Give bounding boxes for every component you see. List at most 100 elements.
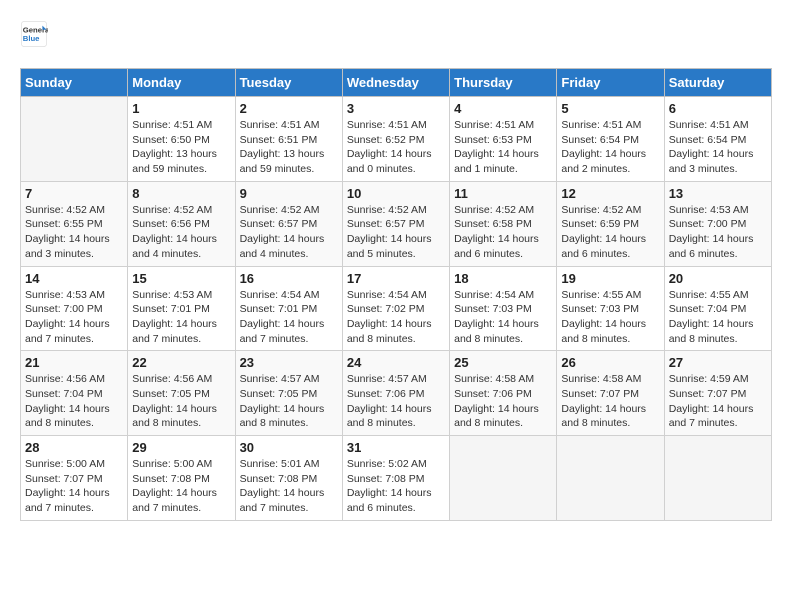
day-header-thursday: Thursday	[450, 69, 557, 97]
day-number: 3	[347, 101, 445, 116]
day-number: 6	[669, 101, 767, 116]
calendar-cell: 27 Sunrise: 4:59 AMSunset: 7:07 PMDayligh…	[664, 351, 771, 436]
day-info: Sunrise: 4:54 AMSunset: 7:01 PMDaylight:…	[240, 288, 338, 347]
day-number: 29	[132, 440, 230, 455]
calendar-cell: 6 Sunrise: 4:51 AMSunset: 6:54 PMDaylight…	[664, 97, 771, 182]
day-number: 16	[240, 271, 338, 286]
day-number: 31	[347, 440, 445, 455]
day-header-wednesday: Wednesday	[342, 69, 449, 97]
calendar-cell: 21 Sunrise: 4:56 AMSunset: 7:04 PMDayligh…	[21, 351, 128, 436]
logo-icon: General Blue	[20, 20, 48, 48]
day-info: Sunrise: 5:00 AMSunset: 7:07 PMDaylight:…	[25, 457, 123, 516]
calendar-cell: 9 Sunrise: 4:52 AMSunset: 6:57 PMDaylight…	[235, 181, 342, 266]
day-info: Sunrise: 4:51 AMSunset: 6:54 PMDaylight:…	[669, 118, 767, 177]
day-number: 20	[669, 271, 767, 286]
day-header-sunday: Sunday	[21, 69, 128, 97]
day-info: Sunrise: 4:56 AMSunset: 7:05 PMDaylight:…	[132, 372, 230, 431]
day-number: 23	[240, 355, 338, 370]
day-info: Sunrise: 4:51 AMSunset: 6:51 PMDaylight:…	[240, 118, 338, 177]
day-header-saturday: Saturday	[664, 69, 771, 97]
calendar-cell	[664, 436, 771, 521]
calendar-table: SundayMondayTuesdayWednesdayThursdayFrid…	[20, 68, 772, 521]
calendar-cell: 7 Sunrise: 4:52 AMSunset: 6:55 PMDaylight…	[21, 181, 128, 266]
calendar-cell: 17 Sunrise: 4:54 AMSunset: 7:02 PMDayligh…	[342, 266, 449, 351]
day-number: 24	[347, 355, 445, 370]
calendar-cell: 28 Sunrise: 5:00 AMSunset: 7:07 PMDayligh…	[21, 436, 128, 521]
day-number: 1	[132, 101, 230, 116]
day-info: Sunrise: 4:57 AMSunset: 7:05 PMDaylight:…	[240, 372, 338, 431]
day-info: Sunrise: 5:00 AMSunset: 7:08 PMDaylight:…	[132, 457, 230, 516]
day-number: 5	[561, 101, 659, 116]
day-number: 17	[347, 271, 445, 286]
svg-text:Blue: Blue	[23, 34, 40, 43]
calendar-cell: 14 Sunrise: 4:53 AMSunset: 7:00 PMDayligh…	[21, 266, 128, 351]
day-info: Sunrise: 4:54 AMSunset: 7:02 PMDaylight:…	[347, 288, 445, 347]
day-number: 9	[240, 186, 338, 201]
day-number: 28	[25, 440, 123, 455]
day-info: Sunrise: 4:58 AMSunset: 7:06 PMDaylight:…	[454, 372, 552, 431]
calendar-cell: 1 Sunrise: 4:51 AMSunset: 6:50 PMDaylight…	[128, 97, 235, 182]
calendar-cell: 22 Sunrise: 4:56 AMSunset: 7:05 PMDayligh…	[128, 351, 235, 436]
day-info: Sunrise: 4:51 AMSunset: 6:52 PMDaylight:…	[347, 118, 445, 177]
calendar-cell: 3 Sunrise: 4:51 AMSunset: 6:52 PMDaylight…	[342, 97, 449, 182]
day-number: 27	[669, 355, 767, 370]
day-info: Sunrise: 4:59 AMSunset: 7:07 PMDaylight:…	[669, 372, 767, 431]
day-info: Sunrise: 4:53 AMSunset: 7:00 PMDaylight:…	[25, 288, 123, 347]
day-number: 14	[25, 271, 123, 286]
day-info: Sunrise: 4:53 AMSunset: 7:00 PMDaylight:…	[669, 203, 767, 262]
day-number: 2	[240, 101, 338, 116]
day-info: Sunrise: 4:57 AMSunset: 7:06 PMDaylight:…	[347, 372, 445, 431]
calendar-cell: 31 Sunrise: 5:02 AMSunset: 7:08 PMDayligh…	[342, 436, 449, 521]
day-info: Sunrise: 4:52 AMSunset: 6:58 PMDaylight:…	[454, 203, 552, 262]
day-info: Sunrise: 4:52 AMSunset: 6:55 PMDaylight:…	[25, 203, 123, 262]
day-info: Sunrise: 4:52 AMSunset: 6:57 PMDaylight:…	[240, 203, 338, 262]
day-number: 30	[240, 440, 338, 455]
day-info: Sunrise: 5:02 AMSunset: 7:08 PMDaylight:…	[347, 457, 445, 516]
calendar-cell: 16 Sunrise: 4:54 AMSunset: 7:01 PMDayligh…	[235, 266, 342, 351]
calendar-cell: 10Sunrise: 4:52 AMSunset: 6:57 PMDayligh…	[342, 181, 449, 266]
day-number: 12	[561, 186, 659, 201]
calendar-cell: 30 Sunrise: 5:01 AMSunset: 7:08 PMDayligh…	[235, 436, 342, 521]
calendar-cell	[557, 436, 664, 521]
day-number: 11	[454, 186, 552, 201]
day-info: Sunrise: 4:55 AMSunset: 7:03 PMDaylight:…	[561, 288, 659, 347]
day-header-tuesday: Tuesday	[235, 69, 342, 97]
calendar-cell: 4Sunrise: 4:51 AMSunset: 6:53 PMDaylight…	[450, 97, 557, 182]
day-info: Sunrise: 4:58 AMSunset: 7:07 PMDaylight:…	[561, 372, 659, 431]
calendar-cell: 18 Sunrise: 4:54 AMSunset: 7:03 PMDayligh…	[450, 266, 557, 351]
day-number: 25	[454, 355, 552, 370]
calendar-cell: 23 Sunrise: 4:57 AMSunset: 7:05 PMDayligh…	[235, 351, 342, 436]
calendar-cell: 5Sunrise: 4:51 AMSunset: 6:54 PMDaylight…	[557, 97, 664, 182]
calendar-cell: 19 Sunrise: 4:55 AMSunset: 7:03 PMDayligh…	[557, 266, 664, 351]
day-number: 21	[25, 355, 123, 370]
day-number: 18	[454, 271, 552, 286]
day-info: Sunrise: 4:53 AMSunset: 7:01 PMDaylight:…	[132, 288, 230, 347]
day-number: 22	[132, 355, 230, 370]
calendar-cell: 29 Sunrise: 5:00 AMSunset: 7:08 PMDayligh…	[128, 436, 235, 521]
calendar-cell: 15 Sunrise: 4:53 AMSunset: 7:01 PMDayligh…	[128, 266, 235, 351]
calendar-cell: 11 Sunrise: 4:52 AMSunset: 6:58 PMDayligh…	[450, 181, 557, 266]
calendar-cell: 20Sunrise: 4:55 AMSunset: 7:04 PMDayligh…	[664, 266, 771, 351]
day-info: Sunrise: 4:54 AMSunset: 7:03 PMDaylight:…	[454, 288, 552, 347]
day-number: 4	[454, 101, 552, 116]
calendar-cell: 2 Sunrise: 4:51 AMSunset: 6:51 PMDaylight…	[235, 97, 342, 182]
svg-text:General: General	[23, 26, 48, 35]
day-info: Sunrise: 4:51 AMSunset: 6:50 PMDaylight:…	[132, 118, 230, 177]
day-info: Sunrise: 4:52 AMSunset: 6:59 PMDaylight:…	[561, 203, 659, 262]
calendar-cell: 13 Sunrise: 4:53 AMSunset: 7:00 PMDayligh…	[664, 181, 771, 266]
day-number: 15	[132, 271, 230, 286]
day-header-monday: Monday	[128, 69, 235, 97]
day-number: 13	[669, 186, 767, 201]
day-number: 19	[561, 271, 659, 286]
day-number: 8	[132, 186, 230, 201]
calendar-cell: 25 Sunrise: 4:58 AMSunset: 7:06 PMDayligh…	[450, 351, 557, 436]
calendar-cell: 24 Sunrise: 4:57 AMSunset: 7:06 PMDayligh…	[342, 351, 449, 436]
day-info: Sunrise: 4:52 AMSunset: 6:57 PMDaylight:…	[347, 203, 445, 262]
day-info: Sunrise: 4:56 AMSunset: 7:04 PMDaylight:…	[25, 372, 123, 431]
calendar-cell	[21, 97, 128, 182]
calendar-cell: 26Sunrise: 4:58 AMSunset: 7:07 PMDayligh…	[557, 351, 664, 436]
day-number: 7	[25, 186, 123, 201]
calendar-cell	[450, 436, 557, 521]
logo: General Blue	[20, 20, 52, 48]
day-info: Sunrise: 5:01 AMSunset: 7:08 PMDaylight:…	[240, 457, 338, 516]
